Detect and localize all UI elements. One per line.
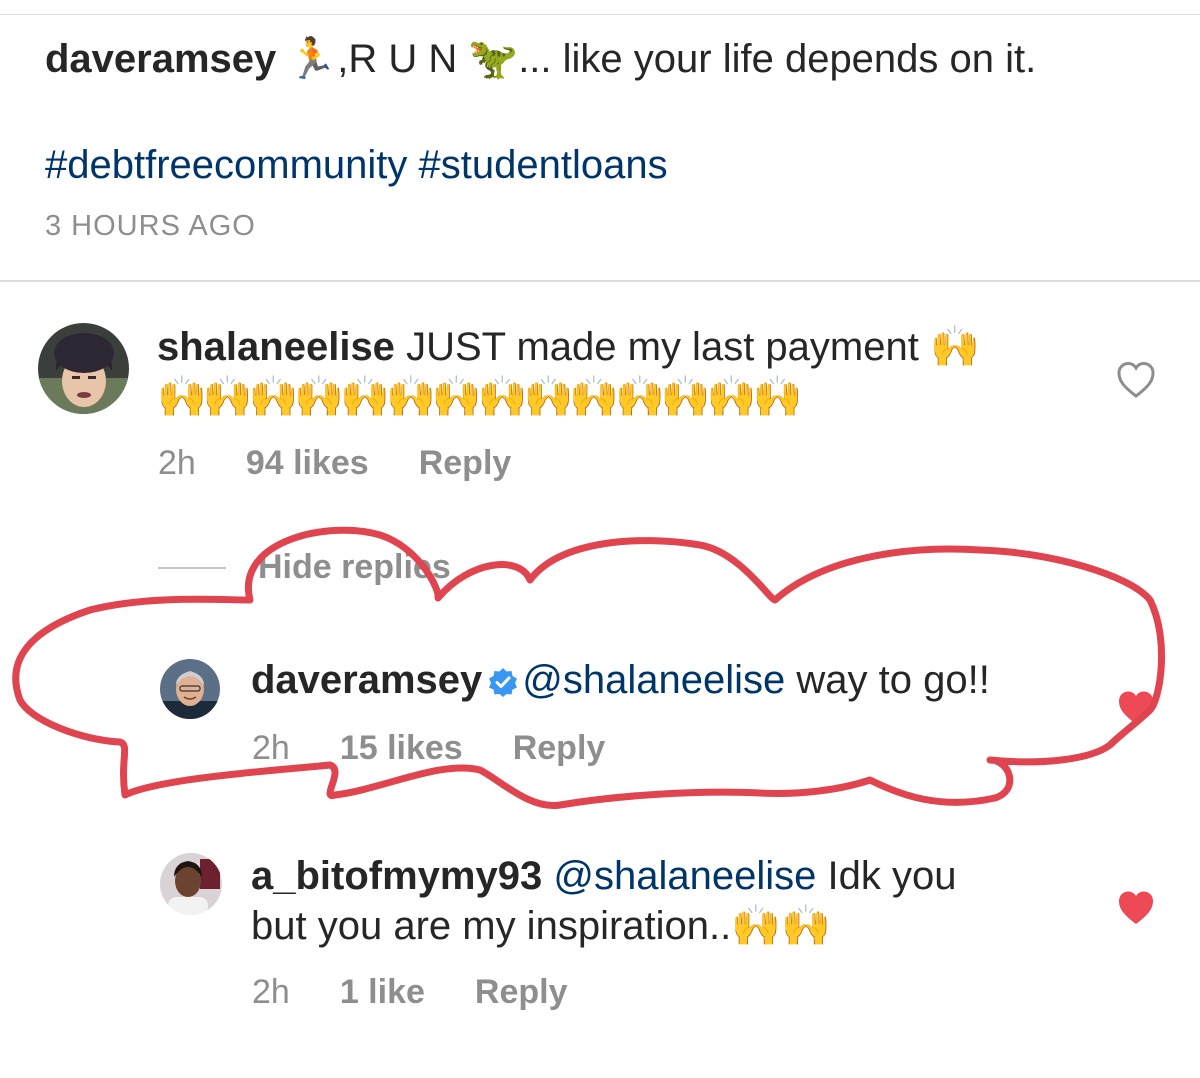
reply-meta: 2h 15 likes Reply [252, 729, 605, 768]
comment-meta: 2h 94 likes Reply [158, 444, 511, 483]
reply-button[interactable]: Reply [513, 729, 606, 768]
divider [0, 14, 1200, 15]
post-caption: daveramsey 🏃,R U N 🦖... like your life d… [45, 36, 1037, 82]
reply-username[interactable]: daveramsey [251, 658, 482, 702]
reply-likes[interactable]: 15 likes [340, 729, 463, 768]
reply-time: 2h [252, 973, 290, 1011]
hide-replies-line [158, 566, 226, 569]
reply-text: but you are my inspiration.. [251, 904, 732, 948]
caption-text: ... like your life depends on it. [518, 37, 1037, 81]
reply-text: Idk you [827, 854, 957, 898]
heart-filled-icon[interactable] [1116, 689, 1156, 727]
reply-button[interactable]: Reply [475, 973, 568, 1012]
post-timestamp: 3 HOURS AGO [45, 210, 256, 242]
raising-hands-emoji: 🙌 [929, 324, 980, 370]
raising-hands-emoji-row: 🙌🙌🙌🙌🙌🙌🙌🙌🙌🙌🙌🙌🙌🙌 [157, 374, 802, 420]
hide-replies-button[interactable]: Hide replies [158, 548, 451, 587]
comment-time: 2h [158, 444, 196, 482]
avatar[interactable] [160, 853, 222, 915]
runner-emoji: 🏃 [287, 36, 338, 82]
post-hashtags[interactable]: #debtfreecommunity #studentloans [45, 140, 668, 190]
reply-button[interactable]: Reply [419, 444, 512, 483]
reply-body: daveramsey @shalaneelise way to go!! [251, 655, 1111, 705]
reply-likes[interactable]: 1 like [340, 973, 425, 1012]
comment-body: shalaneelise JUST made my last payment 🙌… [157, 322, 1057, 422]
comment-likes[interactable]: 94 likes [246, 444, 369, 483]
avatar[interactable] [160, 659, 220, 719]
reply-username[interactable]: a_bitofmymy93 [251, 854, 542, 898]
comment-username[interactable]: shalaneelise [157, 325, 395, 369]
post-username[interactable]: daveramsey [45, 37, 276, 81]
reply-text: way to go!! [796, 658, 990, 702]
dinosaur-emoji: 🦖 [468, 36, 519, 82]
hide-replies-label: Hide replies [258, 548, 451, 586]
heart-outline-icon[interactable] [1116, 361, 1156, 399]
comment-text: JUST made my last payment [406, 325, 919, 369]
reply-time: 2h [252, 729, 290, 767]
avatar[interactable] [38, 323, 129, 414]
reply-mention[interactable]: @shalaneelise [553, 854, 816, 898]
verified-badge-icon [489, 668, 518, 697]
heart-filled-icon[interactable] [1116, 889, 1156, 927]
raising-hands-emoji: 🙌🙌 [731, 903, 831, 949]
reply-meta: 2h 1 like Reply [252, 973, 568, 1012]
instagram-comments-view: daveramsey 🏃,R U N 🦖... like your life d… [0, 0, 1200, 1078]
reply-mention[interactable]: @shalaneelise [522, 658, 785, 702]
divider [0, 280, 1200, 282]
caption-run: R U N [348, 37, 458, 81]
reply-body: a_bitofmymy93 @shalaneelise Idk you but … [251, 851, 1111, 951]
